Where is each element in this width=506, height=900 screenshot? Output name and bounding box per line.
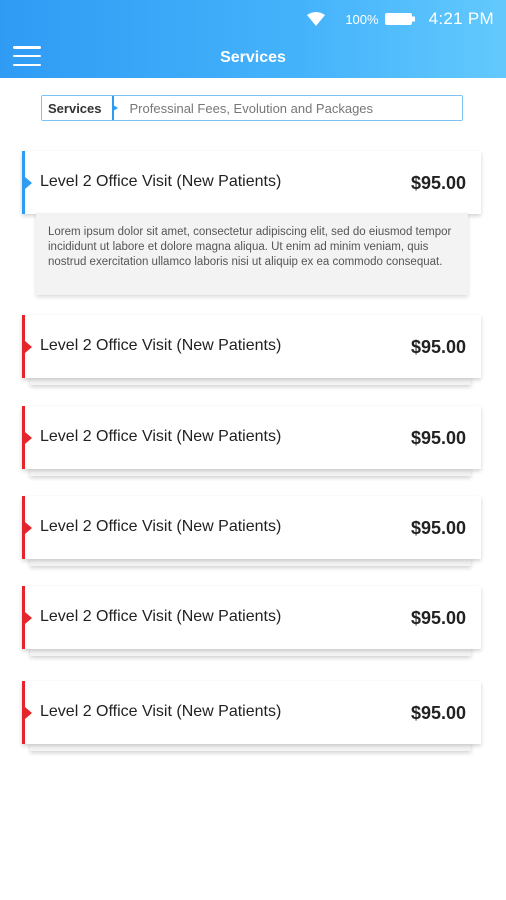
status-bar: 100% 4:21 PM (307, 8, 494, 30)
service-price: $95.00 (410, 703, 466, 723)
battery-icon (384, 13, 415, 25)
service-title: Level 2 Office Visit (New Patients) (40, 173, 282, 190)
service-card-4[interactable]: Level 2 Office Visit (New Patients) $95.… (22, 496, 481, 559)
service-price: $95.00 (410, 518, 466, 538)
page-title: Services (220, 49, 286, 66)
service-card-1[interactable]: Level 2 Office Visit (New Patients) $95.… (22, 151, 481, 214)
service-description: Lorem ipsum dolor sit amet, consectetur … (36, 213, 468, 295)
breadcrumb-services[interactable]: Services (42, 96, 117, 120)
service-title: Level 2 Office Visit (New Patients) (40, 703, 282, 720)
app-header: 100% 4:21 PM Services (0, 0, 506, 78)
service-card-3[interactable]: Level 2 Office Visit (New Patients) $95.… (22, 406, 481, 469)
service-price: $95.00 (410, 337, 466, 357)
service-title: Level 2 Office Visit (New Patients) (40, 608, 282, 625)
service-title: Level 2 Office Visit (New Patients) (40, 337, 282, 354)
service-title: Level 2 Office Visit (New Patients) (40, 428, 282, 445)
wifi-icon (307, 12, 326, 26)
service-price: $95.00 (410, 428, 466, 448)
service-card-5[interactable]: Level 2 Office Visit (New Patients) $95.… (22, 586, 481, 649)
clock: 4:21 PM (428, 9, 494, 28)
service-price: $95.00 (410, 608, 466, 628)
service-price: $95.00 (410, 173, 466, 193)
service-title: Level 2 Office Visit (New Patients) (40, 518, 282, 535)
breadcrumb-current: Professinal Fees, Evolution and Packages (129, 100, 374, 116)
battery-percent: 100% (345, 11, 379, 27)
breadcrumb: Services Professinal Fees, Evolution and… (41, 95, 463, 121)
service-card-6[interactable]: Level 2 Office Visit (New Patients) $95.… (22, 681, 481, 744)
service-card-2[interactable]: Level 2 Office Visit (New Patients) $95.… (22, 315, 481, 378)
